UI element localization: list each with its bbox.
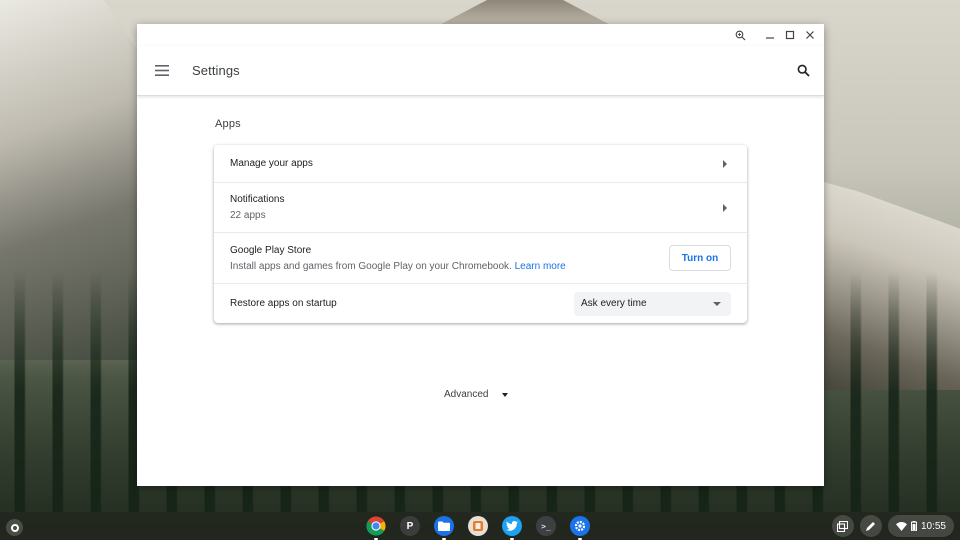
wifi-icon [895,521,907,531]
close-button[interactable] [802,27,818,43]
turn-on-button[interactable]: Turn on [669,245,731,271]
advanced-toggle[interactable]: Advanced [444,389,509,400]
notifications-count: 22 apps [230,210,266,221]
play-store-row: Google Play Store Install apps and games… [214,232,747,283]
play-store-description-text: Install apps and games from Google Play … [230,260,512,272]
minimize-button[interactable] [762,27,778,43]
settings-header: Settings [137,46,824,96]
restore-apps-value: Ask every time [581,298,647,309]
window-titlebar [137,24,824,46]
settings-icon[interactable] [568,514,592,540]
arrow-right-icon [723,203,727,212]
restore-apps-select[interactable]: Ask every time [574,291,731,316]
terminal-glyph: >_ [536,516,556,536]
clock: 10:55 [920,520,946,532]
overview-icon[interactable] [831,515,854,537]
settings-window: Settings Apps Manage your apps Notificat… [137,24,824,486]
learn-more-link[interactable]: Learn more [515,261,566,272]
play-store-label: Google Play Store [230,244,312,256]
app-dock: P >_ [364,514,592,540]
stylus-icon[interactable] [859,515,882,537]
dropdown-arrow-icon [713,301,721,306]
chrome-icon[interactable] [364,514,388,540]
status-area[interactable]: 10:55 [887,515,954,537]
terminal-icon[interactable]: >_ [534,514,558,538]
files-icon[interactable] [432,514,456,540]
expand-arrow-icon [502,392,509,397]
section-title: Apps [215,118,241,130]
launcher-icon [10,523,19,532]
shelf: P >_ 10:55 [0,512,960,540]
maximize-button[interactable] [782,27,798,43]
restore-apps-row: Restore apps on startup Ask every time [214,283,747,323]
advanced-label: Advanced [444,389,489,400]
notifications-label: Notifications [230,194,285,205]
restore-apps-label: Restore apps on startup [230,298,337,309]
apps-card: Manage your apps Notifications 22 apps G… [214,145,747,323]
notifications-row[interactable]: Notifications 22 apps [214,182,747,232]
zoom-icon[interactable] [732,27,748,43]
app-icon[interactable] [466,514,490,538]
manage-apps-row[interactable]: Manage your apps [214,145,747,182]
menu-icon[interactable] [150,59,174,83]
search-icon[interactable] [791,59,815,83]
system-tray: 10:55 [831,512,960,540]
p-app-icon[interactable]: P [398,514,422,538]
manage-apps-label: Manage your apps [230,158,313,169]
arrow-right-icon [723,159,727,168]
play-store-description: Install apps and games from Google Play … [230,261,566,272]
p-app-letter: P [400,516,420,536]
twitter-icon[interactable] [500,514,524,540]
settings-content: Apps Manage your apps Notifications 22 a… [137,97,824,486]
launcher-button[interactable] [6,519,23,536]
page-title: Settings [192,63,240,78]
battery-icon [910,521,917,531]
